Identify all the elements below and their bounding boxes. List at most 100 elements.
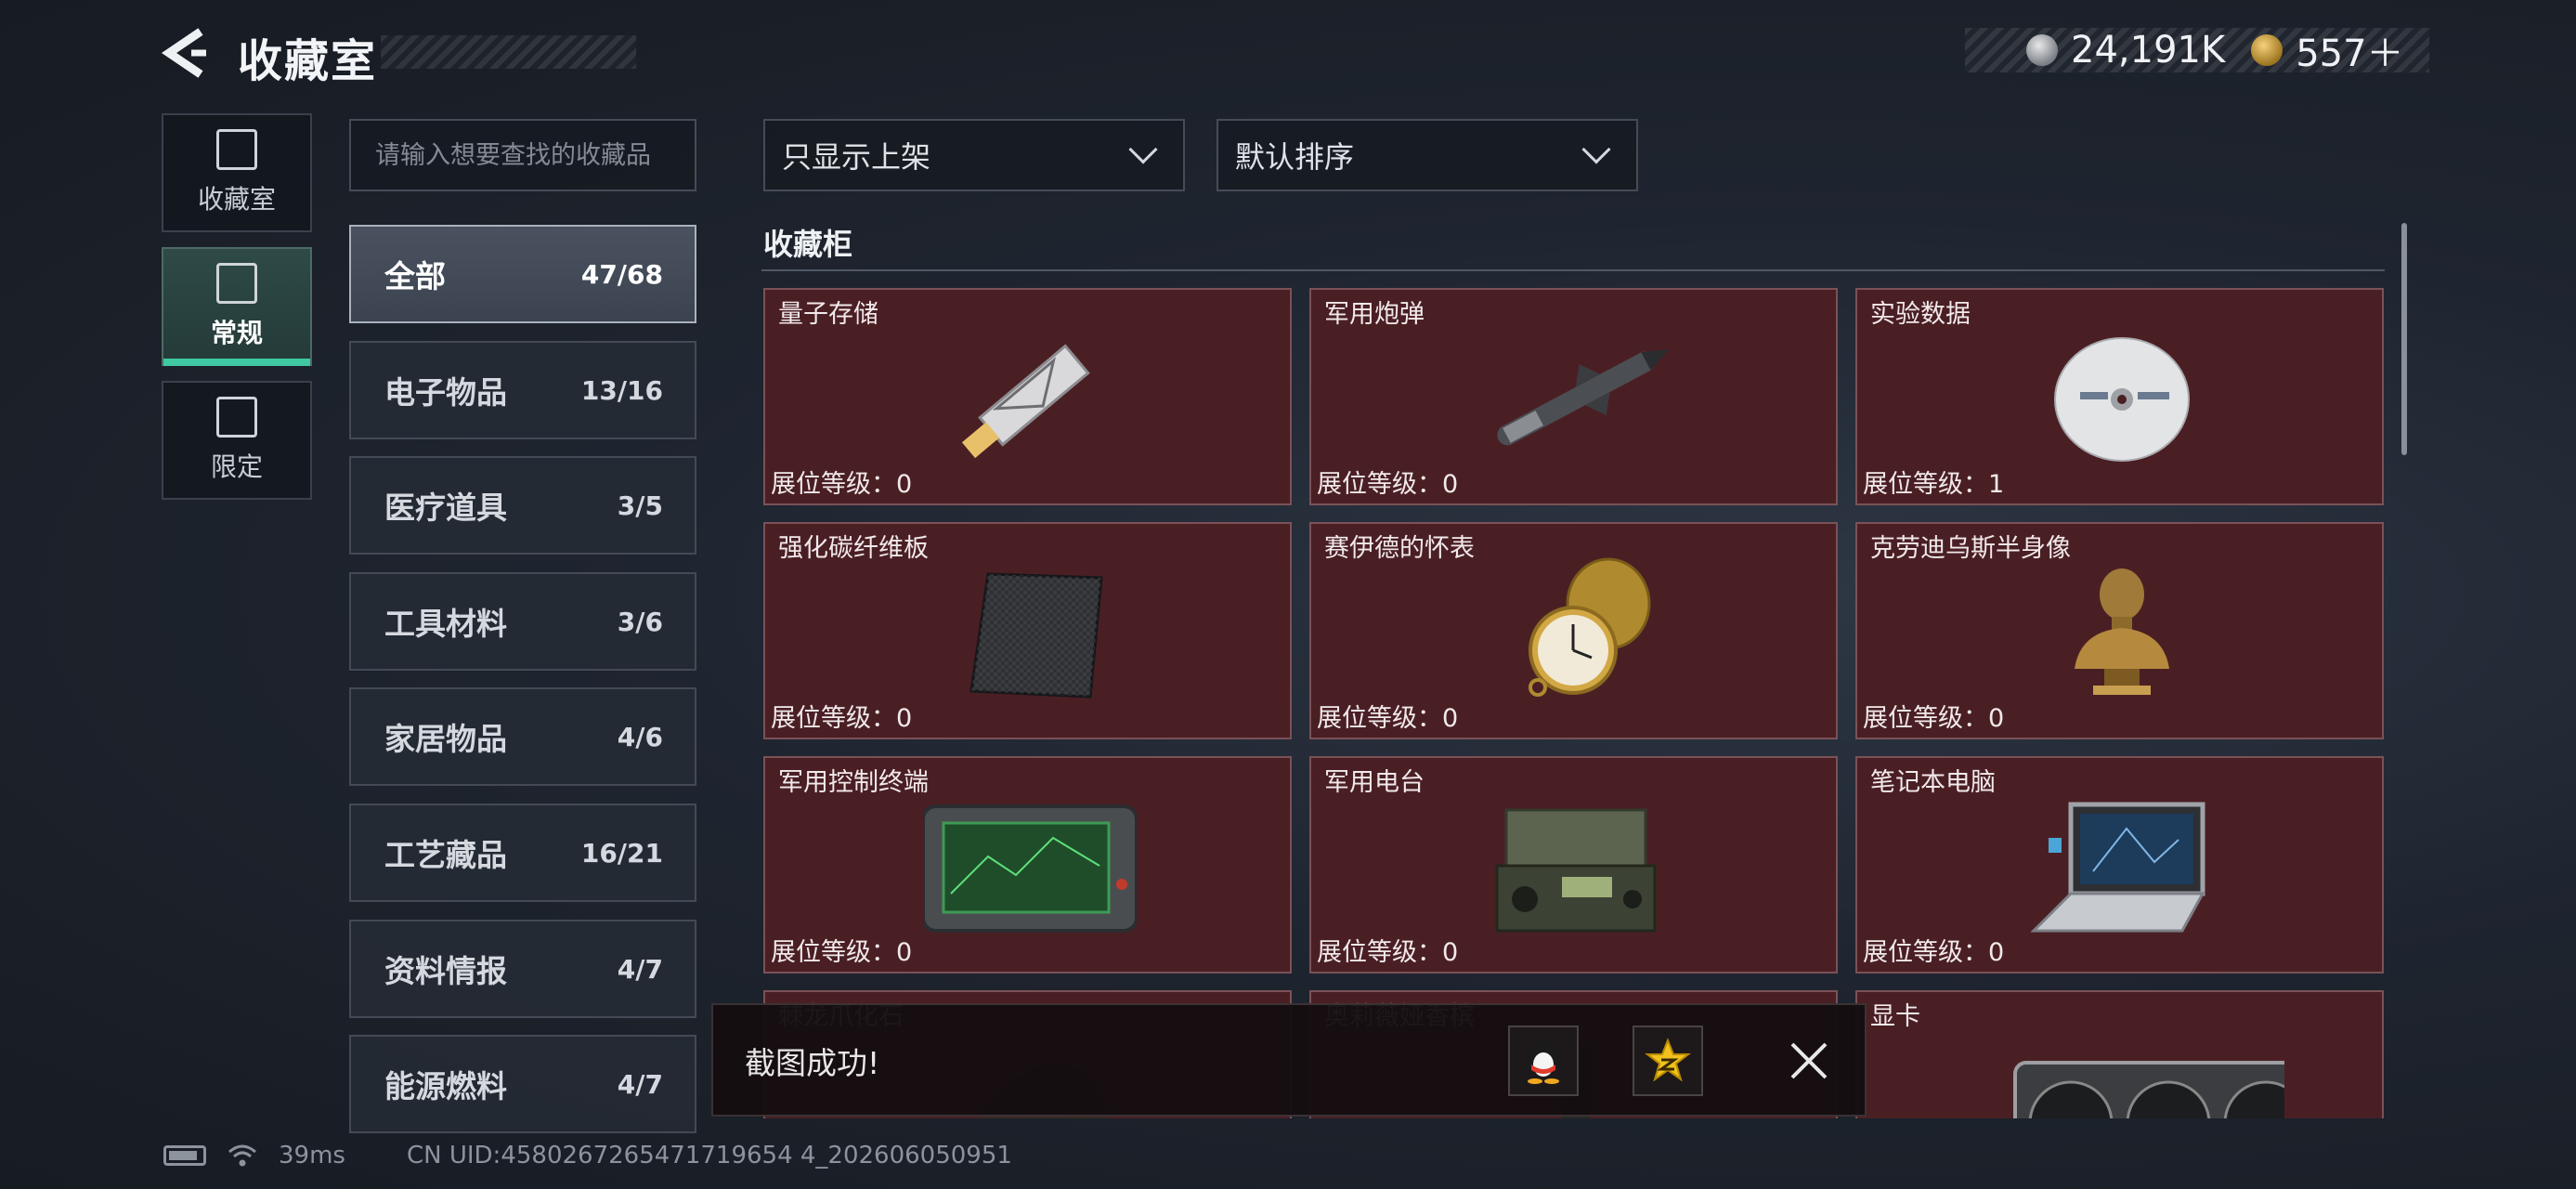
disc-icon	[2054, 337, 2190, 462]
item-name: 军用电台	[1324, 768, 1425, 797]
booth-level: 展位等级：0	[1317, 704, 1459, 733]
category-intel[interactable]: 资料情报 4/7	[349, 920, 696, 1018]
carbon-plate-icon	[969, 572, 1103, 699]
category-name: 电子物品	[384, 374, 507, 411]
nav-vault[interactable]: 收藏室	[162, 113, 312, 232]
category-name: 医疗道具	[384, 490, 507, 526]
category-count: 4/7	[617, 953, 663, 985]
ping-value: 39ms	[279, 1142, 345, 1169]
category-name: 家居物品	[384, 721, 507, 757]
booth-level: 展位等级：0	[771, 470, 913, 499]
sort-dropdown[interactable]: 默认排序	[1216, 119, 1638, 191]
page-title: 收藏室	[238, 35, 378, 87]
dropdown-value: 只显示上架	[782, 139, 931, 175]
nav-label: 常规	[210, 318, 263, 348]
section-title: 收藏柜	[763, 227, 853, 262]
item-name: 量子存储	[778, 300, 878, 329]
booth-level: 展位等级：0	[1317, 470, 1459, 499]
category-crafts[interactable]: 工艺藏品 16/21	[349, 804, 696, 902]
collection-card[interactable]: 军用控制终端 展位等级：0	[763, 756, 1292, 973]
item-name: 赛伊德的怀表	[1324, 534, 1475, 563]
item-name: 强化碳纤维板	[778, 534, 929, 563]
toast-message: 截图成功!	[745, 1045, 880, 1081]
booth-level: 展位等级：0	[771, 938, 913, 967]
graphics-card-icon	[2013, 1061, 2284, 1118]
category-tools[interactable]: 工具材料 3/6	[349, 572, 696, 671]
share-qzone-button[interactable]	[1633, 1026, 1703, 1096]
radio-icon	[1495, 808, 1657, 933]
category-count: 4/6	[617, 721, 663, 752]
vault-icon	[216, 129, 257, 170]
category-count: 3/5	[617, 490, 663, 521]
gold-balance[interactable]: 557＋	[2296, 23, 2403, 77]
back-arrow-icon[interactable]	[160, 26, 214, 80]
item-name: 实验数据	[1870, 300, 1971, 329]
gold-coin-icon	[2251, 34, 2283, 66]
category-medical[interactable]: 医疗道具 3/5	[349, 456, 696, 555]
collection-card[interactable]: 笔记本电脑 展位等级：0	[1855, 756, 2384, 973]
category-name: 资料情报	[384, 953, 507, 989]
control-terminal-icon	[923, 804, 1137, 933]
missile-icon	[1497, 348, 1670, 446]
collection-card[interactable]: 克劳迪乌斯半身像 展位等级：0	[1855, 522, 2384, 739]
category-name: 工艺藏品	[384, 837, 507, 873]
category-household[interactable]: 家居物品 4/6	[349, 687, 696, 786]
item-name: 显卡	[1870, 1002, 1920, 1031]
collection-card[interactable]: 军用炮弹 展位等级：0	[1309, 288, 1838, 505]
collection-card[interactable]: 军用电台 展位等级：0	[1309, 756, 1838, 973]
battery-icon	[163, 1145, 206, 1166]
booth-level: 展位等级：0	[771, 704, 913, 733]
section-divider	[761, 269, 2385, 271]
limited-icon	[216, 397, 257, 438]
user-uid: CN UID:4580267265471719654 4_20260605095…	[406, 1142, 1012, 1169]
chevron-down-icon	[1128, 135, 1158, 164]
qq-penguin-icon	[1528, 1040, 1559, 1084]
silver-coin-icon	[2026, 34, 2058, 66]
item-name: 军用控制终端	[778, 768, 929, 797]
nav-limited[interactable]: 限定	[162, 381, 312, 500]
grid-scrollbar[interactable]	[2401, 223, 2407, 455]
category-count: 16/21	[580, 837, 663, 869]
document-icon	[216, 263, 257, 304]
category-count: 4/7	[617, 1068, 663, 1100]
booth-level: 展位等级：0	[1863, 938, 2005, 967]
item-name: 军用炮弹	[1324, 300, 1425, 329]
nav-regular[interactable]: 常规	[162, 247, 312, 366]
currency-bar: 24,191K 557＋	[1965, 28, 2429, 75]
booth-level: 展位等级：1	[1863, 470, 2005, 499]
category-name: 工具材料	[384, 606, 507, 642]
pocket-watch-icon	[1529, 557, 1651, 697]
close-icon[interactable]	[1783, 1035, 1835, 1087]
collection-grid: 量子存储 展位等级：0 军用炮弹 展位等级：0 实验数据 展位等级：1 强化碳纤…	[763, 288, 2387, 1118]
collection-card[interactable]: 实验数据 展位等级：1	[1855, 288, 2384, 505]
category-name: 全部	[384, 258, 446, 294]
silver-balance: 24,191K	[2071, 29, 2226, 72]
screenshot-toast: 截图成功!	[711, 1003, 1867, 1117]
chevron-down-icon	[1581, 135, 1611, 164]
category-name: 能源燃料	[384, 1068, 507, 1104]
wifi-icon	[228, 1144, 256, 1167]
dropdown-value: 默认排序	[1235, 139, 1355, 175]
qzone-star-icon	[1645, 1038, 1691, 1082]
search-input[interactable]	[349, 119, 696, 191]
category-count: 3/6	[617, 606, 663, 637]
bust-icon	[2075, 568, 2169, 695]
title-decoration	[381, 35, 636, 69]
collection-card[interactable]: 量子存储 展位等级：0	[763, 288, 1292, 505]
booth-level: 展位等级：0	[1317, 938, 1459, 967]
share-qq-button[interactable]	[1508, 1026, 1579, 1096]
category-count: 13/16	[580, 374, 663, 406]
category-count: 47/68	[580, 258, 663, 290]
category-fuel[interactable]: 能源燃料 4/7	[349, 1035, 696, 1133]
item-name: 笔记本电脑	[1870, 768, 1996, 797]
nav-label: 限定	[210, 451, 263, 482]
collection-card[interactable]: 赛伊德的怀表 展位等级：0	[1309, 522, 1838, 739]
usb-drive-icon	[961, 344, 1090, 459]
listing-filter-dropdown[interactable]: 只显示上架	[763, 119, 1185, 191]
collection-card[interactable]: 强化碳纤维板 展位等级：0	[763, 522, 1292, 739]
booth-level: 展位等级：0	[1863, 704, 2005, 733]
category-electronics[interactable]: 电子物品 13/16	[349, 341, 696, 439]
nav-label: 收藏室	[197, 184, 276, 215]
category-all[interactable]: 全部 47/68	[349, 225, 696, 323]
collection-card[interactable]: 显卡	[1855, 990, 2384, 1118]
